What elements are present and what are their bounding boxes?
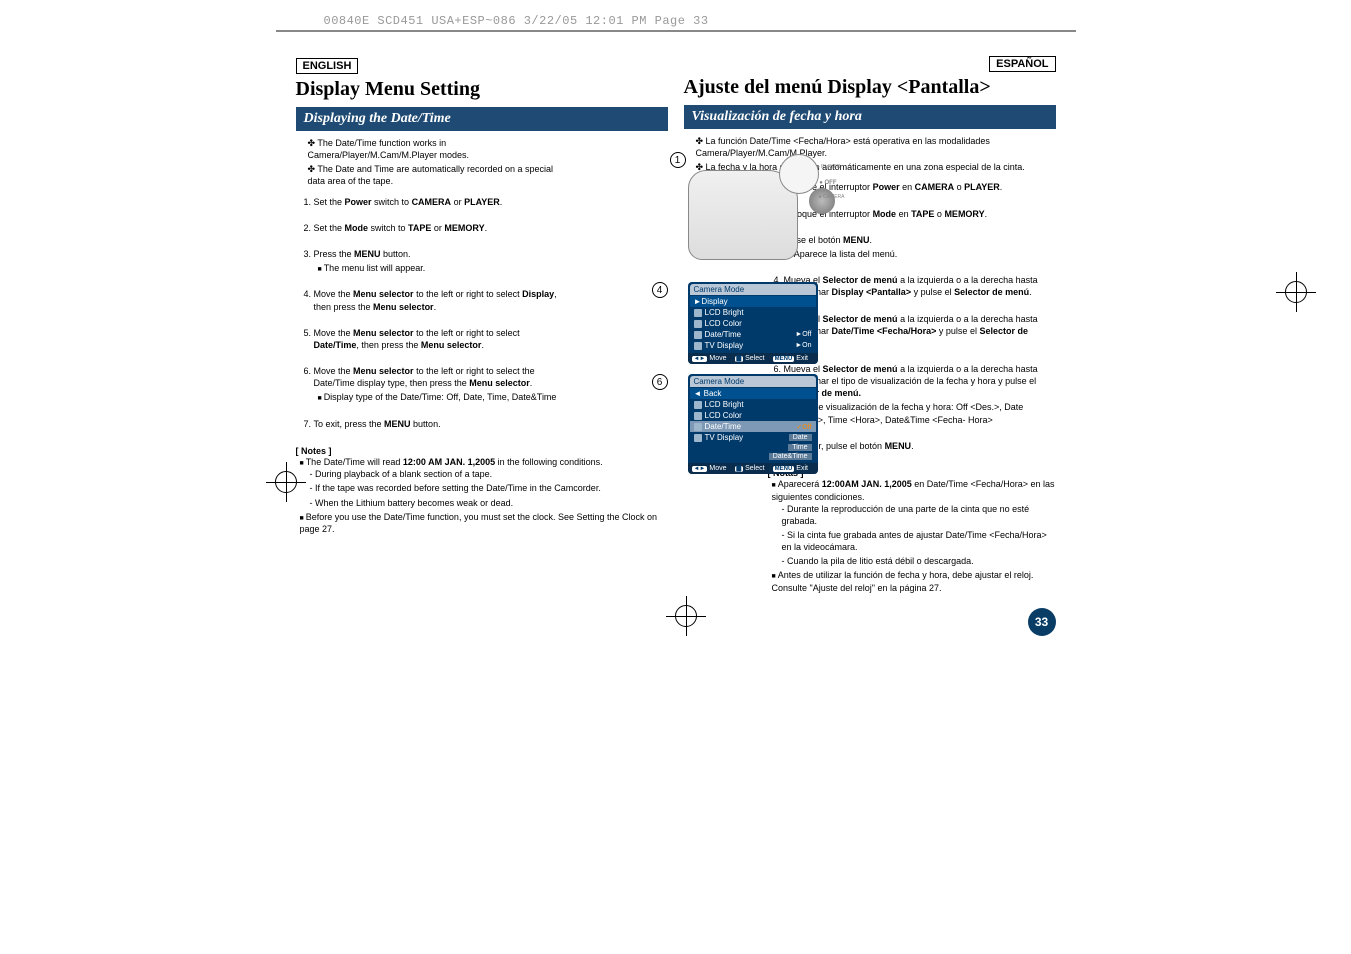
lang-tag-english: ENGLISH [296,58,359,74]
notes-left: The Date/Time will read 12:00 AM JAN. 1,… [296,456,668,535]
steps-left: Set the Power switch to CAMERA or PLAYER… [296,196,561,430]
lang-tag-espanol: ESPAÑOL [989,56,1055,72]
title-left: Display Menu Setting [296,78,668,101]
step-badge-4: 4 [652,282,668,298]
dial-label-camera: ● CAMERA [819,194,845,200]
center-graphics: 1 ● PLAYER ● OFF ● CAMERA 4 Camera Mode … [668,152,848,484]
title-right: Ajuste del menú Display <Pantalla> [684,76,1056,99]
dial-label-player: ● PLAYER [817,164,841,170]
step-badge-1: 1 [670,152,686,168]
crop-mark-icon [666,596,706,636]
page-number: 33 [1028,608,1056,636]
step-badge-6: 6 [652,374,668,390]
intro-left: The Date/Time function works in Camera/P… [296,137,561,188]
crop-mark-icon [266,462,306,502]
dial-label-off: ● OFF [819,180,836,186]
camera-illustration: 1 ● PLAYER ● OFF ● CAMERA [668,152,843,272]
menu-screenshot-4: Camera Mode ►Display LCD Bright LCD Colo… [688,282,818,364]
notes-right: Aparecerá 12:00AM JAN. 1,2005 en Date/Ti… [684,478,1056,594]
subtitle-right: Visualización de fecha y hora [684,105,1056,129]
notes-head-left: [ Notes ] [296,446,668,456]
subtitle-left: Displaying the Date/Time [296,107,668,131]
crop-mark-icon [1276,272,1316,312]
menu-screenshot-6: Camera Mode ◄ Back LCD Bright LCD Color … [688,374,818,474]
print-header: 00840E SCD451 USA+ESP~086 3/22/05 12:01 … [276,12,1076,32]
